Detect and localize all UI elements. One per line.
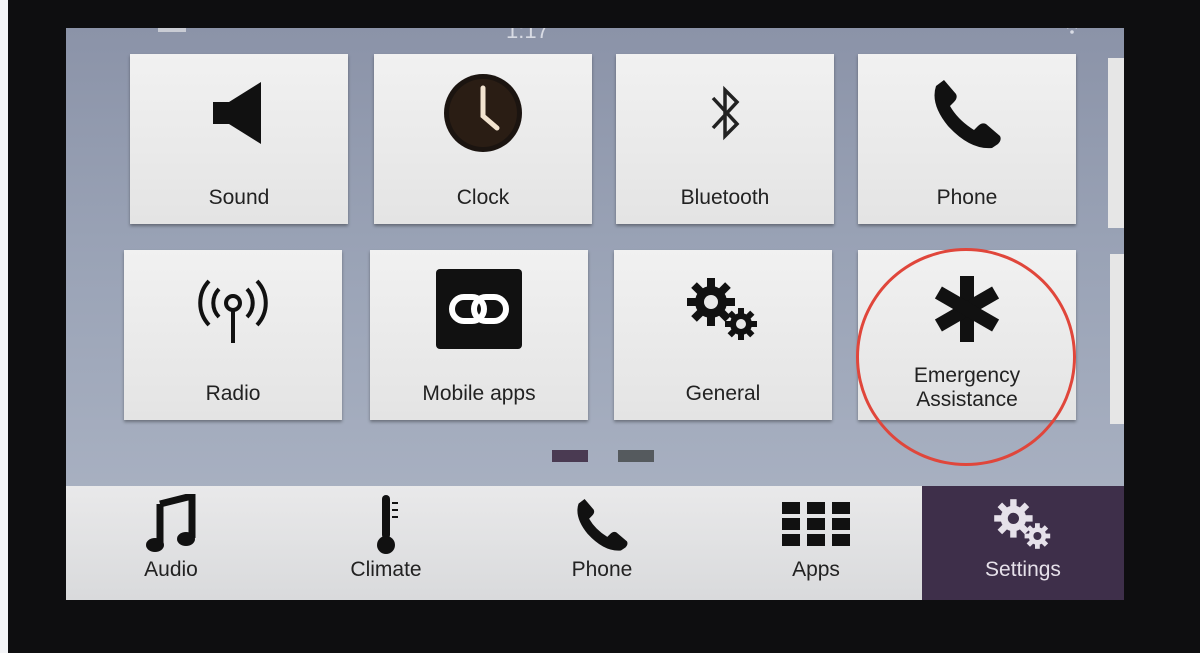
bottom-dock: Audio Climate Phone Apps Settings [66,486,1124,600]
link-icon [436,264,522,354]
page-indicator-active[interactable] [552,450,588,462]
tile-bluetooth[interactable]: Bluetooth [616,54,834,224]
dock-item-phone[interactable]: Phone [532,486,672,600]
dock-item-settings[interactable]: Settings [922,486,1124,600]
tile-general[interactable]: General [614,250,832,420]
tile-label: Radio [205,382,261,405]
gears-icon [991,496,1055,552]
tile-label: Sound [208,186,270,209]
tile-mobile-apps[interactable]: Mobile apps [370,250,588,420]
radio-antenna-icon [197,264,269,354]
page-indicator[interactable] [618,450,654,462]
dock-item-label: Phone [571,558,633,581]
music-note-icon [146,494,196,552]
photo-edge [0,0,8,653]
dock-item-audio[interactable]: Audio [106,486,236,600]
tile-label: Phone [936,186,998,209]
bluetooth-icon [707,68,743,158]
clock-icon [442,68,524,158]
grid-icon [782,496,850,552]
tile-label: Emergency Assistance [858,364,1076,412]
tile-label-line2: Assistance [916,388,1018,411]
phone-icon [930,68,1004,158]
tile-peek-next [1110,254,1124,424]
tile-clock[interactable]: Clock [374,54,592,224]
tile-radio[interactable]: Radio [124,250,342,420]
tile-label: Mobile apps [422,382,536,405]
dock-item-apps[interactable]: Apps [746,486,886,600]
dock-item-label: Audio [144,558,198,581]
infotainment-screen: 1:17 Sound Clock Bluetooth Phone Radio M… [66,28,1124,600]
asterisk-icon [932,264,1002,354]
dock-item-label: Climate [350,558,422,581]
tile-sound[interactable]: Sound [130,54,348,224]
dock-item-label: Apps [792,558,840,581]
tile-label: General [685,382,761,405]
tile-peek-next [1108,58,1124,228]
dock-item-label: Settings [985,558,1061,581]
speaker-icon [209,68,269,158]
tile-emergency-assistance[interactable]: Emergency Assistance [858,250,1076,420]
tile-label: Clock [456,186,510,209]
tile-phone[interactable]: Phone [858,54,1076,224]
tile-label-line1: Emergency [913,364,1021,387]
tile-label: Bluetooth [680,186,770,209]
phone-icon [574,496,630,552]
dock-item-climate[interactable]: Climate [316,486,456,600]
thermometer-icon [371,495,401,554]
gears-icon [683,264,763,354]
